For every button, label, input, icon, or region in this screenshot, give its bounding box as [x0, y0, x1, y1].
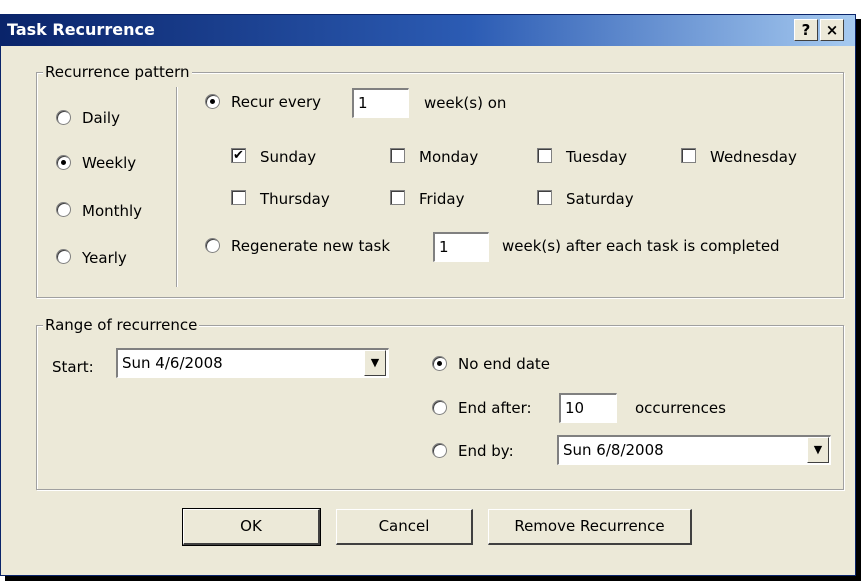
tuesday-checkbox[interactable] [537, 148, 552, 163]
cancel-button[interactable]: Cancel [336, 509, 473, 545]
saturday-checkbox[interactable] [537, 190, 552, 205]
pattern-divider [176, 87, 178, 287]
range-of-recurrence-label: Range of recurrence [43, 316, 200, 334]
occurrences-label: occurrences [635, 399, 726, 417]
close-button[interactable]: × [820, 19, 844, 41]
regenerate-suffix: week(s) after each task is completed [502, 237, 780, 255]
chevron-down-icon: ▼ [813, 443, 823, 456]
regenerate-radio[interactable] [205, 238, 220, 253]
end-after-input[interactable]: 10 [559, 393, 617, 423]
regenerate-label: Regenerate new task [231, 237, 391, 255]
task-recurrence-dialog: Task Recurrence ? × Recurrence pattern D… [0, 14, 856, 576]
thursday-label: Thursday [260, 190, 330, 208]
end-after-label: End after: [458, 399, 532, 417]
yearly-label: Yearly [82, 249, 127, 267]
weekly-radio[interactable] [56, 155, 71, 170]
weekly-label: Weekly [82, 154, 137, 172]
saturday-label: Saturday [566, 190, 634, 208]
friday-checkbox[interactable] [390, 190, 405, 205]
title-bar: Task Recurrence ? × [1, 15, 855, 46]
sunday-label: Sunday [260, 148, 317, 166]
friday-label: Friday [419, 190, 465, 208]
no-end-date-label: No end date [458, 355, 551, 373]
end-after-radio[interactable] [432, 400, 447, 415]
recur-every-input[interactable]: 1 [352, 88, 409, 118]
monday-checkbox[interactable] [390, 148, 405, 163]
ok-button[interactable]: OK [182, 508, 321, 546]
remove-recurrence-button[interactable]: Remove Recurrence [488, 509, 692, 545]
recur-every-label: Recur every [231, 93, 322, 111]
start-date-field[interactable]: Sun 4/6/2008 [116, 348, 389, 378]
window-title: Task Recurrence [7, 20, 155, 39]
end-by-radio[interactable] [432, 443, 447, 458]
chevron-down-icon: ▼ [370, 356, 380, 369]
help-button[interactable]: ? [794, 19, 818, 41]
tuesday-label: Tuesday [566, 148, 628, 166]
start-label: Start: [52, 358, 94, 376]
regenerate-input[interactable]: 1 [433, 232, 489, 262]
daily-radio[interactable] [56, 110, 71, 125]
recurrence-pattern-label: Recurrence pattern [43, 63, 192, 81]
sunday-checkbox[interactable]: ✔ [231, 148, 246, 163]
recur-every-radio[interactable] [205, 94, 220, 109]
no-end-date-radio[interactable] [432, 356, 447, 371]
thursday-checkbox[interactable] [231, 190, 246, 205]
recur-every-suffix: week(s) on [424, 94, 507, 112]
monthly-radio[interactable] [56, 202, 71, 217]
monthly-label: Monthly [82, 202, 143, 220]
daily-label: Daily [82, 109, 120, 127]
end-by-label: End by: [458, 442, 514, 460]
wednesday-checkbox[interactable] [681, 148, 696, 163]
monday-label: Monday [419, 148, 479, 166]
yearly-radio[interactable] [56, 249, 71, 264]
wednesday-label: Wednesday [710, 148, 797, 166]
start-date-dropdown-button[interactable]: ▼ [364, 350, 386, 376]
end-by-date-field[interactable]: Sun 6/8/2008 [557, 435, 831, 465]
end-by-dropdown-button[interactable]: ▼ [807, 437, 829, 463]
